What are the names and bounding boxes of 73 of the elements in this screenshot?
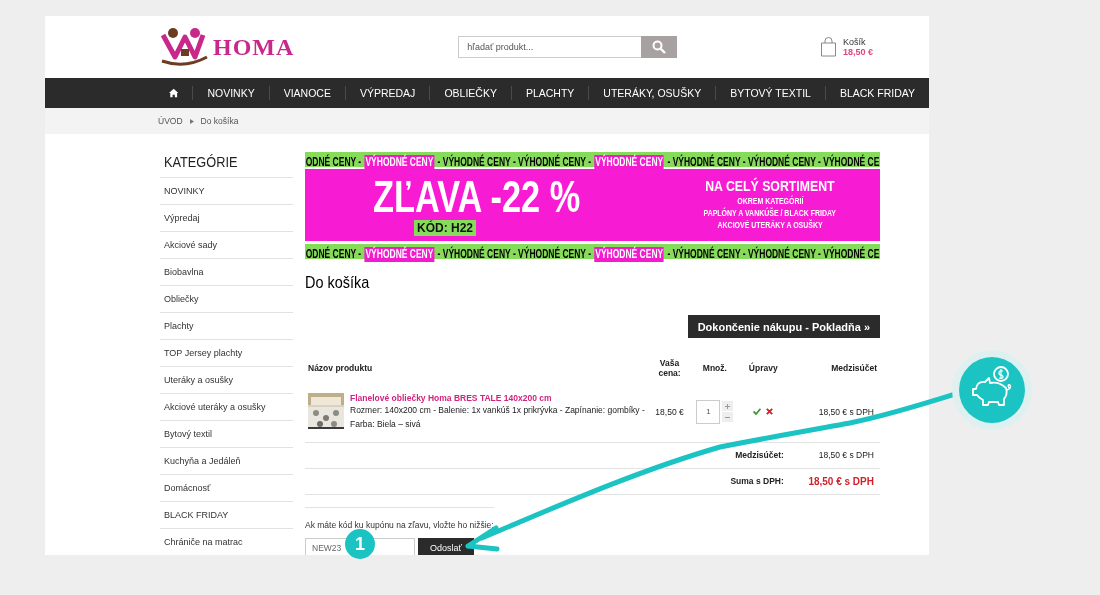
promo-text: OKREM KATEGÓRIÍ — [736, 196, 804, 206]
category-link[interactable]: Kuchyňa a Jedáleň — [160, 448, 293, 475]
category-link[interactable]: Akciové uteráky a osušky — [160, 394, 293, 421]
search-button[interactable] — [641, 36, 678, 58]
coupon-prompt: Ak máte kód ku kupónu na zľavu, vložte ho nižšie: — [305, 506, 494, 530]
nav-link[interactable]: NOVINKY — [192, 86, 269, 100]
search-icon — [652, 40, 667, 54]
category-link[interactable]: Výpredaj — [160, 205, 293, 232]
category-link[interactable]: Bytový textil — [160, 421, 293, 448]
promo-headline: ZĽAVA -22 % — [373, 175, 581, 219]
column-header: Vaša cena: — [657, 357, 682, 380]
ticker-text: ODNÉ CENY - — [305, 247, 362, 262]
checkout-button[interactable]: Dokončenie nákupu - Pokladňa » — [687, 315, 880, 338]
nav-link[interactable]: UTERÁKY, OSUŠKY — [588, 86, 716, 100]
breadcrumb-link[interactable]: ÚVOD — [158, 116, 183, 126]
category-link[interactable]: TOP Jersey plachty — [160, 340, 293, 367]
category-link[interactable]: Chrániče na matrac — [160, 529, 293, 555]
category-link[interactable]: Biobavlna — [160, 259, 293, 286]
total-label: Suma s DPH: — [690, 468, 787, 494]
minus-icon — [725, 416, 731, 418]
column-header: Množ. — [701, 362, 728, 375]
check-icon[interactable] — [753, 407, 762, 415]
promo-text: NA CELÝ SORTIMENT — [705, 177, 835, 194]
category-link[interactable]: Obliečky — [160, 286, 293, 313]
category-link[interactable]: BLACK FRIDAY — [160, 502, 293, 529]
piggy-bank-icon — [959, 357, 1025, 423]
product-details: Rozmer: 140x200 cm - Balenie: 1x vankúš 1x prikrývka - Zapínanie: gombíky - Farba: Biela – sivá — [350, 403, 646, 431]
ticker-text: - VÝHODNÉ CENY - VÝHODNÉ CENY - — [436, 155, 592, 170]
total-value: 18,50 € s DPH — [786, 468, 880, 494]
plus-icon — [725, 403, 731, 409]
column-header: Názov produktu — [307, 362, 374, 375]
column-header: Úpravy — [747, 361, 779, 375]
category-link[interactable]: NOVINKY — [160, 178, 293, 205]
total-value: 18,50 € s DPH — [786, 442, 880, 468]
ticker-text: - VÝHODNÉ CENY - VÝHODNÉ CENY - — [436, 247, 592, 262]
quantity-field[interactable]: 1 — [696, 399, 721, 424]
delete-icon[interactable] — [766, 407, 774, 415]
logo-text[interactable]: HOMA — [213, 33, 295, 61]
nav-link[interactable]: VÝPREDAJ — [344, 86, 430, 100]
nav-link[interactable]: OBLIEČKY — [429, 86, 511, 100]
table-cell: 18,50 € — [649, 382, 691, 442]
column-header: Medzisúčet — [830, 362, 878, 375]
home-icon[interactable] — [169, 88, 179, 98]
cart-total: 18,50 € — [842, 47, 873, 57]
nav-link[interactable]: BLACK FRIDAY — [824, 86, 929, 100]
breadcrumb-current: Do košíka — [200, 116, 239, 126]
promo-text: AKCIOVÉ UTERÁKY A OSUŠKY — [717, 220, 823, 230]
ticker-text: ODNÉ CENY - — [305, 155, 362, 170]
search-field[interactable]: hľadať produkt... — [458, 36, 642, 58]
decrease-button[interactable] — [722, 412, 734, 423]
nav-link[interactable]: BYTOVÝ TEXTIL — [715, 86, 825, 100]
promo-code: KÓD: H22 — [414, 220, 476, 236]
category-link[interactable]: Akciové sady — [160, 232, 293, 259]
nav-link[interactable]: PLACHTY — [510, 86, 589, 100]
sidebar-heading: KATEGÓRIE — [164, 152, 239, 172]
ticker-text: VÝHODNÉ CENY — [364, 247, 435, 262]
submit-button[interactable]: Odoslať — [418, 537, 474, 555]
page-title: Do košíka — [305, 273, 370, 293]
cart-label[interactable]: Košík — [842, 37, 873, 47]
ticker-text: VÝHODNÉ CENY — [594, 247, 664, 262]
category-link[interactable]: Plachty — [160, 313, 293, 340]
shopping-bag-icon[interactable] — [819, 37, 837, 57]
caret-icon — [189, 118, 194, 124]
table-cell: 18,50 € s DPH — [786, 382, 880, 442]
promo-text: PAPLÓNY A VANKÚŠE / BLACK FRIDAY — [703, 208, 837, 218]
product-link[interactable]: Flanelové obliečky Homa BRES TALE 140x200 cm — [350, 392, 552, 403]
total-label: Medzisúčet: — [690, 442, 787, 468]
ticker-text: - VÝHODNÉ CENY - VÝHODNÉ CENY - VÝHODNÉ CE — [666, 155, 881, 170]
category-link[interactable]: Domácnosť — [160, 475, 293, 502]
category-link[interactable]: Uteráky a osušky — [160, 367, 293, 394]
nav-link[interactable]: VIANOCE — [268, 86, 345, 100]
ticker-text: - VÝHODNÉ CENY - VÝHODNÉ CENY - VÝHODNÉ CE — [666, 247, 881, 262]
increase-button[interactable] — [722, 401, 734, 412]
